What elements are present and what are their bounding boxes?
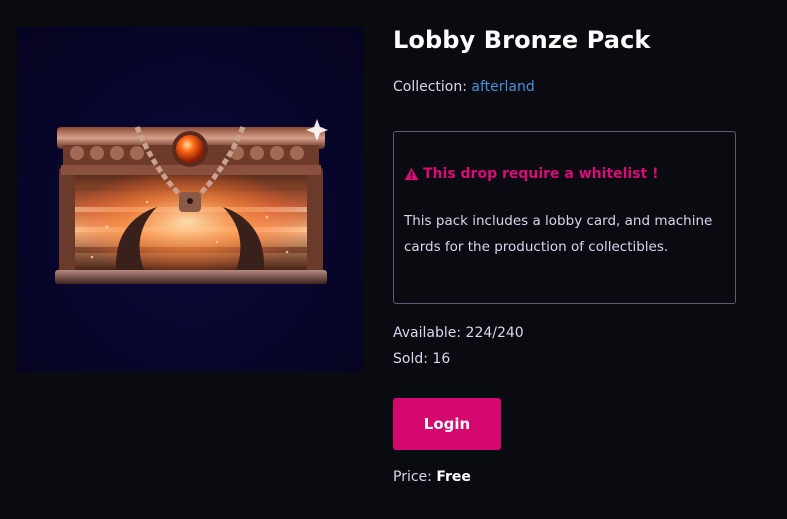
collection-label: Collection:	[393, 79, 467, 95]
price-row: Price: Free	[393, 469, 471, 485]
price-label: Price:	[393, 469, 432, 485]
sold-label: Sold:	[393, 351, 428, 367]
price-value: Free	[436, 469, 471, 485]
login-button[interactable]: Login	[393, 398, 501, 450]
collection-row: Collection: afterland	[393, 79, 535, 95]
pack-description: This pack includes a lobby card, and mac…	[404, 213, 713, 255]
available-count: Available: 224/240	[393, 325, 524, 341]
sold-count: Sold: 16	[393, 351, 450, 367]
available-value: 224/240	[465, 325, 524, 341]
chest-illustration	[55, 119, 328, 284]
pack-detail-page: Lobby Bronze Pack Collection: afterland …	[0, 0, 787, 519]
drop-info-box: This drop require a whitelist ! This pac…	[393, 131, 736, 304]
page-title: Lobby Bronze Pack	[393, 26, 651, 54]
warning-triangle-icon	[404, 167, 419, 181]
collection-link[interactable]: afterland	[471, 79, 534, 95]
sold-value: 16	[432, 351, 451, 367]
warning-text: This drop require a whitelist !	[423, 166, 659, 182]
treasure-chest-image	[17, 27, 363, 372]
available-label: Available:	[393, 325, 462, 341]
whitelist-warning: This drop require a whitelist !	[404, 166, 659, 182]
